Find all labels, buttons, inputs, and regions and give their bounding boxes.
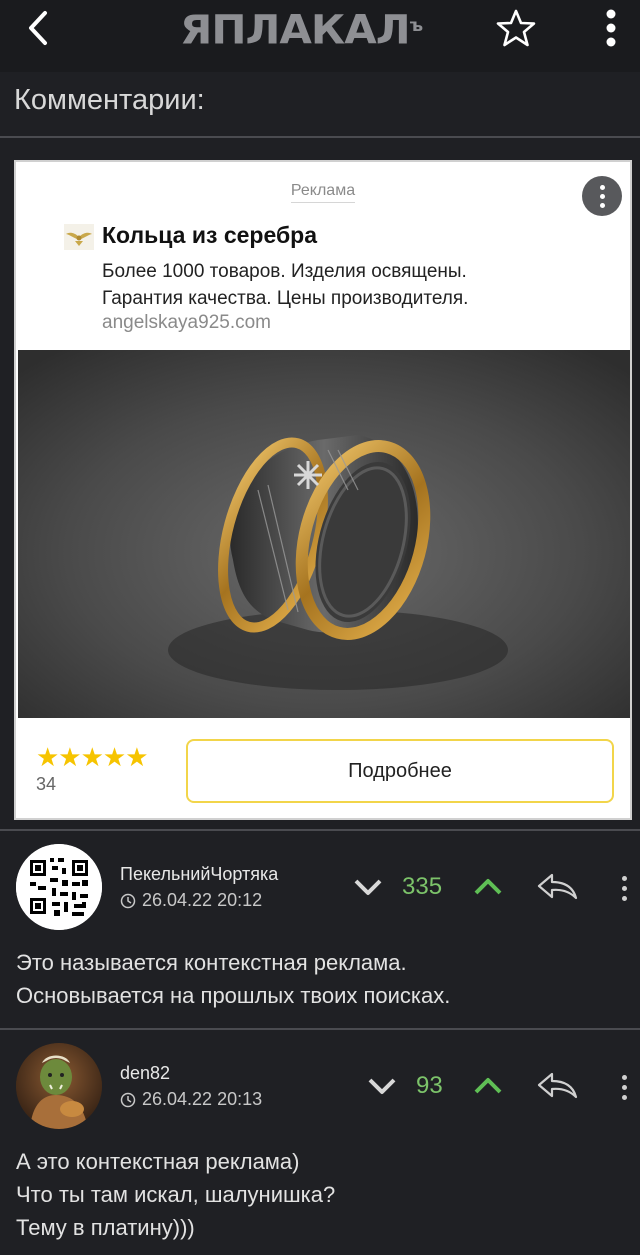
ad-url[interactable]: angelskaya925.com — [102, 312, 271, 334]
upvote-button[interactable] — [471, 1071, 505, 1101]
comment-item: den82 26.04.22 20:13 93 А это контекстна… — [0, 1031, 640, 1255]
reply-arrow-icon — [537, 873, 578, 900]
avatar[interactable] — [16, 1043, 102, 1129]
top-bar: ЯПЛАКАЛъ — [0, 0, 640, 72]
orc-avatar-image — [16, 1043, 102, 1129]
favorite-button[interactable] — [494, 6, 538, 50]
clock-icon — [120, 1092, 136, 1107]
back-button[interactable] — [18, 8, 58, 48]
reply-button[interactable] — [535, 870, 579, 902]
comment-date: 26.04.22 20:12 — [120, 890, 262, 911]
chevron-up-icon — [474, 879, 502, 895]
chevron-down-icon — [354, 879, 382, 895]
chevron-down-icon — [368, 1078, 396, 1094]
comment-date: 26.04.22 20:13 — [120, 1089, 262, 1110]
more-menu-button[interactable] — [596, 6, 626, 50]
comment-author[interactable]: ПекельнийЧортяка — [120, 864, 278, 885]
divider — [0, 1028, 640, 1030]
ad-block[interactable]: Реклама Кольца из серебра Более 1000 тов… — [14, 160, 632, 820]
clock-icon — [120, 893, 136, 908]
qr-avatar-image — [16, 844, 102, 930]
chevron-left-icon — [29, 11, 47, 45]
ad-product-image[interactable] — [18, 350, 630, 718]
comment-author[interactable]: den82 — [120, 1063, 170, 1084]
ad-options-button[interactable] — [582, 176, 622, 216]
ad-label: Реклама — [16, 182, 630, 203]
comment-menu-button[interactable] — [616, 1069, 632, 1105]
comments-heading: Комментарии: — [14, 84, 205, 116]
downvote-button[interactable] — [351, 872, 385, 902]
downvote-button[interactable] — [365, 1071, 399, 1101]
ring-image — [18, 350, 630, 718]
star-outline-icon — [496, 9, 536, 47]
reply-button[interactable] — [535, 1069, 579, 1101]
comment-text: Это называется контекстная реклама. Осно… — [16, 950, 451, 1008]
rating-stars: ★★★★★ — [36, 742, 149, 772]
avatar[interactable] — [16, 844, 102, 930]
ad-more-button[interactable]: Подробнее — [186, 739, 614, 803]
ad-description: Более 1000 товаров. Изделия освящены. Га… — [102, 261, 469, 309]
chevron-up-icon — [474, 1078, 502, 1094]
comment-score: 335 — [402, 873, 443, 900]
reply-arrow-icon — [537, 1072, 578, 1099]
angel-wings-logo-icon — [64, 224, 94, 250]
divider — [0, 136, 640, 138]
comment-menu-button[interactable] — [616, 870, 632, 906]
more-vertical-icon — [606, 9, 616, 47]
comment-score: 93 — [416, 1072, 443, 1099]
divider — [0, 829, 640, 831]
comment-text: А это контекстная реклама) Что ты там ис… — [16, 1149, 336, 1240]
site-logo[interactable]: ЯПЛАКАЛъ — [180, 7, 423, 53]
upvote-button[interactable] — [471, 872, 505, 902]
comment-item: ПекельнийЧортяка 26.04.22 20:12 335 Это … — [0, 832, 640, 1028]
rating-count: 34 — [36, 774, 57, 794]
ad-title[interactable]: Кольца из серебра — [102, 222, 317, 249]
